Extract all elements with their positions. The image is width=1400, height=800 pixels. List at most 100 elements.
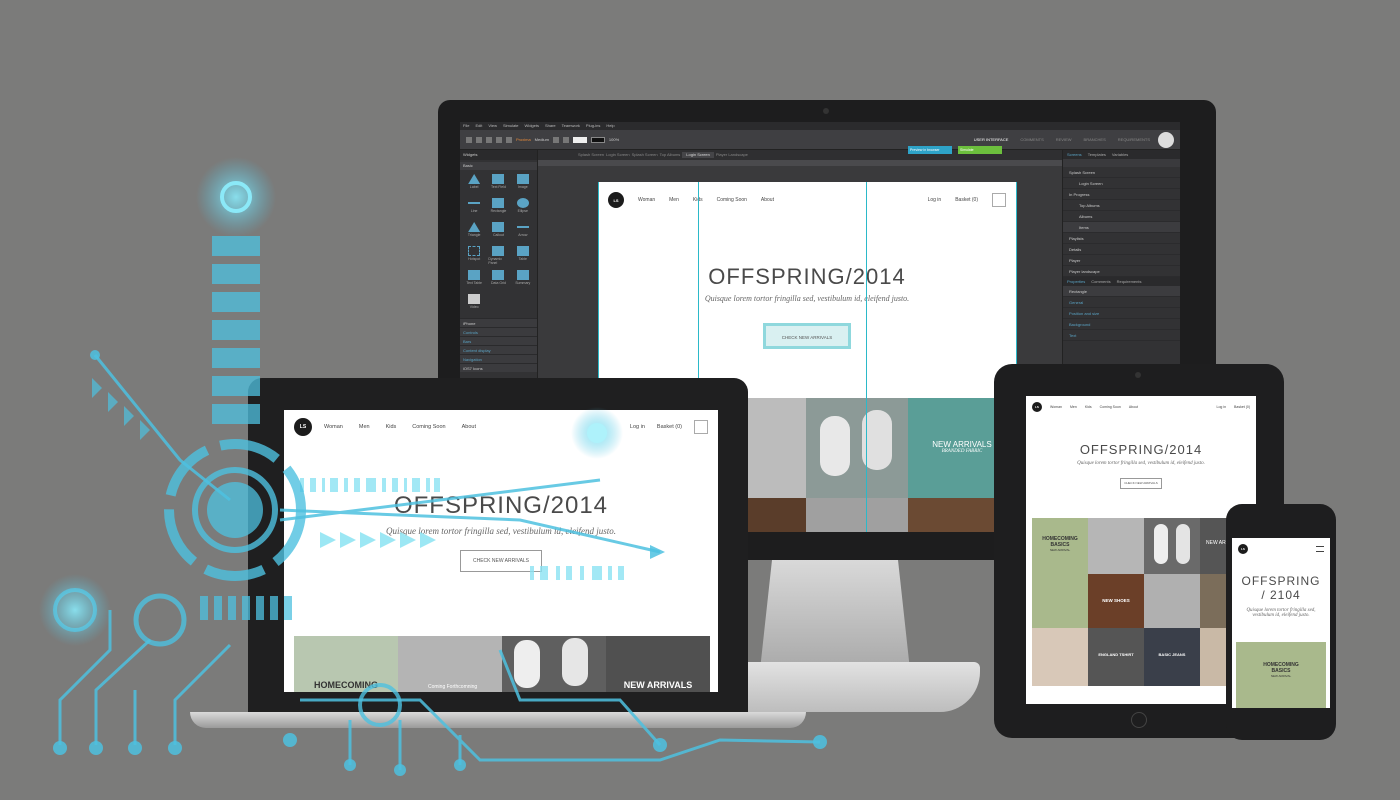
section-navigation[interactable]: Navigation <box>460 354 537 363</box>
section-bars[interactable]: Bars <box>460 336 537 345</box>
menu-plugins[interactable]: Plug-ins <box>586 123 600 129</box>
screen-item[interactable]: Details <box>1063 244 1180 255</box>
redo-icon[interactable] <box>506 136 512 143</box>
nav-about[interactable]: About <box>761 197 774 203</box>
search-icon[interactable] <box>992 193 1006 207</box>
tab-review[interactable]: REVIEW <box>1052 135 1076 144</box>
color-swatch[interactable] <box>572 136 587 143</box>
widget-video[interactable]: Video <box>464 294 484 314</box>
tile-england-tshirt[interactable]: ENGLAND TSHIRT <box>1088 628 1144 686</box>
widget-text-table[interactable]: Text Table <box>464 270 484 290</box>
tab-requirements[interactable]: REQUIREMENTS <box>1114 135 1154 144</box>
screen-item[interactable]: Albums <box>1063 211 1180 222</box>
section-ios-icons[interactable]: iOS7 Icons <box>460 363 537 372</box>
nav-men[interactable]: Men <box>669 197 679 203</box>
undo-icon[interactable] <box>496 136 502 143</box>
screen-item[interactable]: Login Screen <box>1063 178 1180 189</box>
section-content-display[interactable]: Content display <box>460 345 537 354</box>
menu-edit[interactable]: Edit <box>475 123 482 129</box>
cta-button[interactable]: CHECK NEW ARRIVALS <box>460 550 542 572</box>
prop-section[interactable]: General <box>1063 297 1180 308</box>
nav-woman[interactable]: Woman <box>1050 405 1062 409</box>
menu-simulate[interactable]: Simulate <box>503 123 519 129</box>
font-select[interactable]: Proxima <box>516 137 531 142</box>
canvas-tab[interactable]: Splash Screen <box>632 152 658 158</box>
section-iphone[interactable]: iPhone <box>460 318 537 327</box>
widget-image[interactable]: Image <box>513 174 533 194</box>
canvas-tab[interactable]: Top Albums <box>660 152 681 158</box>
preview-button[interactable]: Preview in browser <box>908 146 952 154</box>
menu-view[interactable]: View <box>488 123 497 129</box>
widget-data-grid[interactable]: Data Grid <box>488 270 508 290</box>
screen-item[interactable]: Splash Screen <box>1063 167 1180 178</box>
zoom-select[interactable]: 100% <box>609 137 619 142</box>
menu-file[interactable]: File <box>463 123 469 129</box>
open-icon[interactable] <box>476 136 482 143</box>
site-logo[interactable]: LS <box>1238 544 1248 554</box>
tab-branches[interactable]: BRANCHES <box>1080 135 1110 144</box>
canvas-tab[interactable]: Player Landscape <box>716 152 748 158</box>
cta-button[interactable]: CHECK NEW ARRIVALS <box>763 323 851 349</box>
section-controls[interactable]: Controls <box>460 327 537 336</box>
basket-link[interactable]: Basket (0) <box>955 197 978 203</box>
screen-item[interactable]: Player landscape <box>1063 266 1180 277</box>
user-avatar[interactable] <box>1158 131 1174 148</box>
login-link[interactable]: Log in <box>630 424 645 430</box>
basket-link[interactable]: Basket (0) <box>657 424 682 430</box>
screen-item[interactable]: Player <box>1063 255 1180 266</box>
tab-user-interface[interactable]: USER INTERFACE <box>970 135 1013 144</box>
widgets-group[interactable]: Basic <box>460 162 537 170</box>
menu-teamwork[interactable]: Teamwork <box>562 123 580 129</box>
tile-homecoming[interactable]: HOMECOMING <box>294 636 398 692</box>
nav-coming-soon[interactable]: Coming Soon <box>412 424 445 430</box>
tab-properties[interactable]: Properties <box>1067 279 1085 284</box>
widget-label[interactable]: Label <box>464 174 484 194</box>
tile-new-arrivals[interactable]: NEW ARRIVALS <box>606 636 710 692</box>
nav-about[interactable]: About <box>462 424 476 430</box>
nav-men[interactable]: Men <box>1070 405 1077 409</box>
home-button[interactable] <box>1131 712 1147 728</box>
widget-rectangle[interactable]: Rectangle <box>488 198 508 218</box>
widget-summary[interactable]: Summary <box>513 270 533 290</box>
tile-homecoming[interactable]: HOMECOMING BASICS NEW ARRIVAL <box>1236 642 1326 708</box>
widget-arrow[interactable]: Arrow <box>513 222 533 242</box>
tile-homecoming[interactable]: HOMECOMING BASICS NEW ARRIVAL <box>1032 518 1088 628</box>
basket-link[interactable]: Basket (0) <box>1234 405 1250 409</box>
screen-item[interactable]: Top Albums <box>1063 200 1180 211</box>
widget-callout[interactable]: Callout <box>488 222 508 242</box>
fill-swatch[interactable] <box>590 136 605 143</box>
tab-comments[interactable]: Comments <box>1091 279 1110 284</box>
hamburger-menu-icon[interactable] <box>1316 546 1324 552</box>
widget-ellipse[interactable]: Ellipse <box>513 198 533 218</box>
widget-hotspot[interactable]: Hotspot <box>464 246 484 266</box>
screen-item[interactable]: Playlists <box>1063 233 1180 244</box>
save-icon[interactable] <box>486 136 492 143</box>
tile-basic-jeans[interactable]: BASIC JEANS <box>1144 628 1200 686</box>
prop-section[interactable]: Text <box>1063 330 1180 341</box>
simulate-button[interactable]: Simulate <box>958 146 1002 154</box>
tab-requirements[interactable]: Requirements <box>1117 279 1142 284</box>
widget-table[interactable]: Table <box>513 246 533 266</box>
widget-triangle[interactable]: Triangle <box>464 222 484 242</box>
screen-item-selected[interactable]: Items <box>1063 222 1180 233</box>
cta-button[interactable]: CHECK NEW ARRIVALS <box>1120 478 1162 489</box>
menu-help[interactable]: Help <box>606 123 614 129</box>
search-icon[interactable] <box>694 420 708 434</box>
widget-line[interactable]: Line <box>464 198 484 218</box>
tab-screens[interactable]: Screens <box>1067 152 1082 157</box>
menu-share[interactable]: Share <box>545 123 556 129</box>
italic-icon[interactable] <box>562 136 569 143</box>
tab-comments[interactable]: COMMENTS <box>1016 135 1047 144</box>
nav-kids[interactable]: Kids <box>1085 405 1092 409</box>
nav-kids[interactable]: Kids <box>386 424 397 430</box>
prop-section[interactable]: Background <box>1063 319 1180 330</box>
tab-variables[interactable]: Variables <box>1112 152 1128 157</box>
tile-new-shoes[interactable]: NEW SHOES <box>1088 574 1144 628</box>
new-icon[interactable] <box>466 136 472 143</box>
nav-coming-soon[interactable]: Coming Soon <box>1100 405 1121 409</box>
site-logo[interactable]: LS <box>294 418 312 436</box>
nav-about[interactable]: About <box>1129 405 1138 409</box>
site-logo[interactable]: LS <box>1032 402 1042 412</box>
canvas-tab[interactable]: Splash Screen <box>578 152 604 158</box>
nav-woman[interactable]: Woman <box>638 197 655 203</box>
